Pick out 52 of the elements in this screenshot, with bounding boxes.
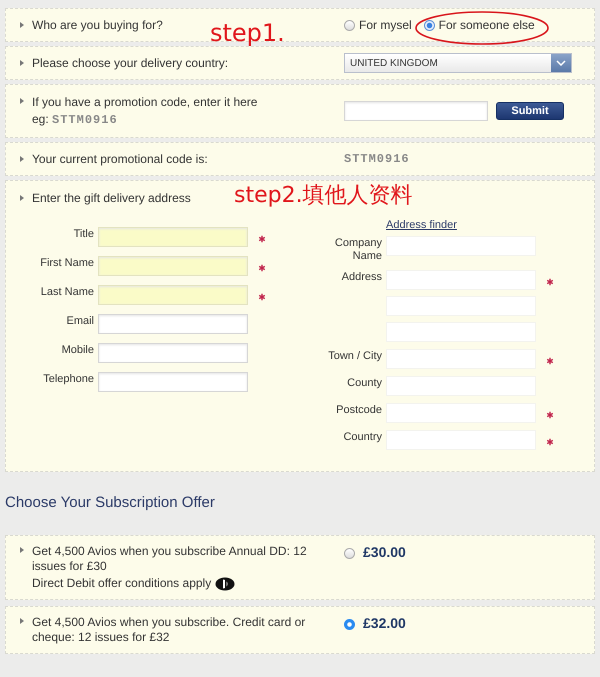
offer-description: Get 4,500 Avios when you subscribe. Credit card or cheque: 12 issues for £32 — [32, 615, 306, 645]
question-label: Please choose your delivery country: — [32, 56, 228, 70]
radio-icon[interactable] — [424, 20, 435, 30]
chevron-down-icon — [556, 60, 566, 66]
bullet-icon — [20, 22, 24, 28]
direct-debit-icon — [215, 576, 236, 590]
radio-icon[interactable] — [344, 20, 355, 30]
bullet-icon — [20, 60, 24, 66]
field-label: County — [346, 376, 382, 390]
input-field[interactable] — [98, 227, 248, 247]
example-code: STTM0916 — [52, 112, 118, 126]
field-label: First Name — [39, 256, 94, 270]
radio-icon[interactable] — [344, 548, 355, 558]
bullet-icon — [20, 618, 24, 624]
promo-code-field[interactable] — [344, 101, 488, 121]
question-label: Who are you buying for? — [32, 18, 163, 32]
radio-option[interactable]: For mysel — [344, 18, 412, 32]
field-label: Postcode — [335, 403, 382, 417]
field-label: Country — [342, 430, 382, 444]
bullet-icon — [20, 195, 24, 201]
radio-icon[interactable] — [344, 618, 355, 630]
country-select[interactable]: UNITED KINGDOM — [344, 53, 572, 73]
price-label: £32.00 — [363, 615, 406, 631]
input-field[interactable] — [98, 372, 248, 392]
field-label: Title — [72, 227, 94, 241]
offer-note: Direct Debit offer conditions apply — [32, 576, 212, 591]
field-label: Mobile — [60, 343, 94, 357]
offer-description: Get 4,500 Avios when you subscribe Annual DD: 12 issues for £30 — [32, 544, 308, 574]
input-field[interactable] — [98, 314, 248, 334]
field-label: Address — [340, 270, 382, 284]
address-finder-link[interactable]: Address finder — [386, 219, 457, 231]
bullet-icon — [20, 156, 24, 162]
field-label: Last Name — [40, 285, 94, 299]
input-field[interactable] — [98, 285, 248, 305]
promo-code-value: STTM0916 — [344, 152, 410, 166]
input-field[interactable] — [98, 343, 248, 363]
field-label: Email — [65, 314, 94, 328]
submit-button[interactable]: Submit — [496, 102, 564, 120]
question-label: If you have a promotion code, enter it here — [32, 94, 258, 110]
annotation-text: step1. — [210, 19, 285, 47]
bullet-icon — [20, 547, 24, 553]
field-label: Telephone — [42, 372, 94, 386]
annotation-text: step2.填他人资料 — [234, 183, 413, 209]
bullet-icon — [20, 98, 24, 104]
section-heading: Enter the gift delivery address — [32, 191, 191, 205]
example-label: eg: — [32, 112, 49, 126]
section-heading: Choose Your Subscription Offer — [5, 494, 216, 511]
field-label: Town / City — [327, 349, 382, 363]
question-label: Your current promotional code is: — [32, 152, 208, 166]
input-field[interactable] — [98, 256, 248, 276]
field-label: Company Name — [334, 236, 382, 263]
price-label: £30.00 — [363, 544, 406, 560]
